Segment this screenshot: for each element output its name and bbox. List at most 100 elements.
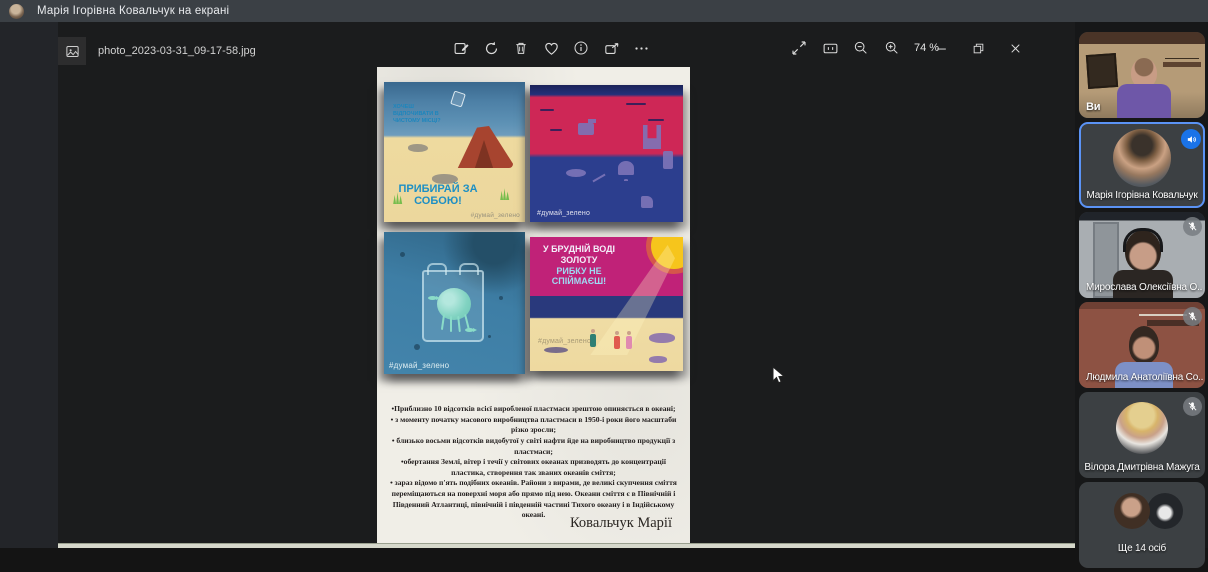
minimize-button[interactable]: [932, 39, 950, 57]
straw-silhouette: [592, 174, 605, 183]
jellyfish-silhouette: [618, 161, 634, 175]
participant-name: Мирослава Олексіївна О...: [1086, 282, 1203, 293]
trash-shape: [649, 333, 675, 343]
person-head: [1129, 326, 1159, 364]
shared-taskbar-edge: [58, 543, 1075, 548]
poster1-hashtag: #думай_зелено: [471, 212, 520, 219]
rotate-button[interactable]: [482, 39, 500, 57]
poster-clean-beach: ХОЧЕШ ВІДПОЧИВАТИ В ЧИСТОМУ МІСЦІ? ПРИБИ…: [384, 82, 525, 222]
trash-shape: [408, 144, 428, 152]
participant-avatar: [1113, 129, 1171, 187]
bullet-text-block: •Приблизно 10 відсотків всієї виробленої…: [385, 404, 682, 521]
close-button[interactable]: [1006, 39, 1024, 57]
fish-shape: [465, 328, 474, 332]
participants-rail: Ви Марія Ігорівна Ковальчук Мирослава Ол…: [1079, 32, 1205, 572]
headphones-shape: [1123, 228, 1163, 252]
seaweed-shape: [499, 187, 511, 200]
puddle-shape: [544, 347, 568, 353]
participant-avatar: [1147, 493, 1183, 529]
participant-tile[interactable]: Людмила Анатоліївна Со...: [1079, 302, 1205, 388]
speaking-indicator-icon: [1181, 129, 1201, 149]
poster1-title: ПРИБИРАЙ ЗА СОБОЮ!: [388, 183, 488, 208]
plastic-bag-shape: [422, 270, 484, 342]
participant-avatar: [1116, 402, 1168, 454]
bottle-silhouette: [663, 151, 673, 169]
presenting-banner: Марія Ігорівна Ковальчук на екрані: [0, 0, 1208, 22]
poster-goldfish: У БРУДНІЙ ВОДІ ЗОЛОТУ РИБКУ НЕ СПІЙМАЄШ!…: [530, 237, 683, 371]
info-button[interactable]: [572, 39, 590, 57]
bullet-line: • близько восьми відсотків видобутої у с…: [385, 436, 682, 457]
fish-silhouette: [566, 169, 586, 177]
poster1-heading: ХОЧЕШ ВІДПОЧИВАТИ В ЧИСТОМУ МІСЦІ?: [393, 104, 449, 125]
filename-label: photo_2023-03-31_09-17-58.jpg: [98, 45, 256, 57]
bubble-shape: [499, 296, 503, 300]
favorite-button[interactable]: [542, 39, 560, 57]
fit-to-window-button[interactable]: [821, 39, 839, 57]
participant-tile[interactable]: Мирослава Олексіївна О...: [1079, 212, 1205, 298]
more-participants-label: Ще 14 осіб: [1081, 543, 1203, 554]
meeting-stage: photo_2023-03-31_09-17-58.jpg 74 %: [0, 22, 1208, 548]
image-thumbnail-button[interactable]: [58, 37, 86, 65]
mic-off-icon: [1183, 307, 1202, 326]
author-signature: Ковальчук Марії: [570, 515, 672, 532]
bubble-shape: [400, 252, 405, 257]
line-shape: [648, 119, 664, 121]
poster-trash-sea: #думай_зелено: [530, 85, 683, 222]
poster2-hashtag: #думай_зелено: [537, 210, 590, 217]
participant-tile-you[interactable]: Ви: [1079, 32, 1205, 118]
bullet-line: •Приблизно 10 відсотків всієї виробленої…: [385, 404, 682, 415]
bullet-line: • з моменту початку масового виробництва…: [385, 415, 682, 436]
shelf-shape: [1163, 62, 1201, 67]
poster4-title: У БРУДНІЙ ВОДІ ЗОЛОТУ РИБКУ НЕ СПІЙМАЄШ!: [533, 244, 625, 287]
bag-silhouette: [641, 196, 653, 208]
picture-frame-shape: [1086, 53, 1118, 89]
shared-photo: ХОЧЕШ ВІДПОЧИВАТИ В ЧИСТОМУ МІСЦІ? ПРИБИ…: [377, 67, 690, 544]
participant-name: Марія Ігорівна Ковальчук: [1083, 190, 1201, 201]
shared-screen: photo_2023-03-31_09-17-58.jpg 74 %: [58, 22, 1075, 548]
poster-jellyfish-bag: #думай_зелено: [384, 232, 525, 374]
tentacle-shape: [441, 314, 445, 330]
participant-tile-presenter[interactable]: Марія Ігорівна Ковальчук: [1079, 122, 1205, 208]
chair-silhouette: [643, 125, 661, 149]
participant-name: Вілора Дмитрівна Мажуга: [1081, 462, 1203, 473]
line-shape: [626, 103, 646, 105]
bullet-line: •обертання Землі, вітер і течії у світов…: [385, 457, 682, 478]
person-shape: [614, 336, 620, 349]
image-icon: [65, 44, 80, 59]
more-options-button[interactable]: [632, 39, 650, 57]
line-shape: [550, 129, 562, 131]
window-controls: [932, 39, 1024, 57]
restore-button[interactable]: [969, 39, 987, 57]
share-button[interactable]: [602, 39, 620, 57]
fish-shape: [428, 296, 437, 300]
fullscreen-button[interactable]: [790, 39, 808, 57]
delete-button[interactable]: [512, 39, 530, 57]
tentacle-shape: [450, 316, 452, 332]
participant-avatar: [1114, 493, 1150, 529]
person-shape: [626, 336, 632, 349]
zoom-out-button[interactable]: [852, 39, 870, 57]
participant-name: Ви: [1086, 101, 1203, 113]
poster4-title-bottom: РИБКУ НЕ СПІЙМАЄШ!: [533, 266, 625, 288]
participant-name: Людмила Анатоліївна Со...: [1086, 372, 1203, 383]
zoom-in-button[interactable]: [883, 39, 901, 57]
mic-off-icon: [1183, 217, 1202, 236]
bubble-shape: [488, 335, 491, 338]
presenter-avatar: [9, 4, 24, 19]
zoom-toolbar: 74 %: [790, 39, 939, 57]
cart-silhouette: [578, 123, 594, 135]
mouse-cursor: [772, 366, 785, 390]
viewer-toolbar: [452, 39, 650, 57]
mic-off-icon: [1183, 397, 1202, 416]
presenting-banner-title: Марія Ігорівна Ковальчук на екрані: [37, 5, 229, 17]
poster3-hashtag: #думай_зелено: [389, 361, 449, 370]
participant-tile[interactable]: Вілора Дмитрівна Мажуга: [1079, 392, 1205, 478]
trash-shape: [649, 356, 667, 363]
poster4-title-top: У БРУДНІЙ ВОДІ ЗОЛОТУ: [533, 244, 625, 266]
bubble-shape: [414, 344, 420, 350]
poster4-hashtag: #думай_зелено: [538, 338, 591, 345]
edit-image-button[interactable]: [452, 39, 470, 57]
plastic-bag-shape: [450, 90, 466, 107]
more-participants-tile[interactable]: Ще 14 осіб: [1079, 482, 1205, 568]
line-shape: [540, 109, 554, 111]
